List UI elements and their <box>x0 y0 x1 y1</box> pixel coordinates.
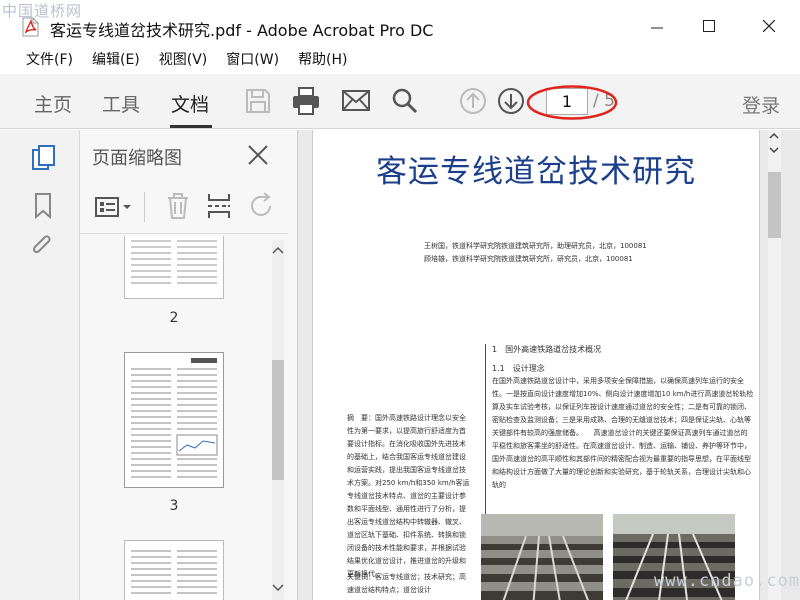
close-icon[interactable] <box>246 143 270 167</box>
section-heading: 1 国外高速铁路道岔技术概况 <box>492 345 602 354</box>
tab-document[interactable]: 文档 <box>171 90 209 117</box>
bookmark-icon[interactable] <box>33 192 53 220</box>
red-annotation-ellipse <box>526 85 618 120</box>
print-icon[interactable] <box>291 86 321 116</box>
thumbnail-list: 2 3 <box>80 236 270 600</box>
active-tab-indicator <box>170 125 212 128</box>
close-icon <box>763 20 775 32</box>
thumbnail-scrollbar[interactable] <box>268 240 288 600</box>
minimize-icon <box>651 27 663 29</box>
thumbnail-preview <box>131 358 218 478</box>
menu-file[interactable]: 文件(F) <box>26 49 73 69</box>
search-icon[interactable] <box>391 87 419 115</box>
document-view[interactable]: 客运专线道岔技术研究 王树国，铁道科学研究院铁道建筑研究所，助理研究员，北京，1… <box>298 130 800 600</box>
keywords: 关键词：客运专线道岔；技术研究；高速道岔结构特点；道岔设计 <box>347 573 466 594</box>
window-title: 客运专线道岔技术研究.pdf - Adobe Acrobat Pro DC <box>50 21 434 40</box>
document-title: 客运专线道岔技术研究 <box>376 154 696 190</box>
page-thumbnails-icon[interactable] <box>30 144 58 174</box>
turnout-photo <box>481 514 603 600</box>
delete-icon[interactable] <box>166 192 190 220</box>
extract-pages-icon[interactable] <box>206 192 232 220</box>
menu-edit[interactable]: 编辑(E) <box>92 49 140 69</box>
thumbnail-toolbar <box>80 178 288 234</box>
save-icon[interactable] <box>245 88 271 114</box>
thumbnail-page-label: 2 <box>169 310 179 326</box>
pdf-page: 客运专线道岔技术研究 王树国，铁道科学研究院铁道建筑研究所，助理研究员，北京，1… <box>312 130 760 600</box>
left-navigation-rail <box>0 130 80 600</box>
toolbar-divider <box>144 192 145 222</box>
pdf-file-icon <box>22 17 39 37</box>
site-url-watermark: www.cndao.com <box>654 571 800 591</box>
menu-window[interactable]: 窗口(W) <box>226 49 279 69</box>
author-line: 王树国，铁道科学研究院铁道建筑研究所，助理研究员，北京，100081 <box>424 242 647 250</box>
title-bar: 中国道桥网 客运专线道岔技术研究.pdf - Adobe Acrobat Pro… <box>0 0 800 44</box>
close-window-button[interactable] <box>746 10 792 42</box>
menu-bar: 文件(F) 编辑(E) 视图(V) 窗口(W) 帮助(H) <box>0 44 800 74</box>
menu-view[interactable]: 视图(V) <box>159 49 208 69</box>
thumbnail-preview <box>131 240 217 284</box>
thumbnail-preview <box>131 550 217 594</box>
thumbnail-page-2[interactable] <box>124 236 224 299</box>
document-scrollbar[interactable] <box>764 130 784 600</box>
author-line: 顾培雄，铁道科学研究院铁道建筑研究所，研究员，北京，100081 <box>424 255 633 263</box>
thumbnail-options-icon[interactable] <box>94 196 134 218</box>
page-down-icon[interactable] <box>497 87 525 115</box>
page-up-icon[interactable] <box>459 87 487 115</box>
email-icon[interactable] <box>341 88 371 114</box>
thumbnail-panel: 页面缩略图 2 3 <box>80 130 298 600</box>
minimize-button[interactable] <box>634 10 680 42</box>
maximize-icon <box>703 20 715 32</box>
subsection-heading: 1.1 设计理念 <box>492 364 545 373</box>
maximize-button[interactable] <box>686 10 732 42</box>
menu-help[interactable]: 帮助(H) <box>298 49 347 69</box>
attachment-icon[interactable] <box>30 232 56 260</box>
toolbar: 主页 工具 文档 1 / 5 登录 <box>0 74 800 129</box>
thumbnail-panel-title: 页面缩略图 <box>92 148 182 169</box>
thumbnail-page-4[interactable] <box>124 540 224 600</box>
thumbnail-page-3[interactable] <box>124 352 224 488</box>
abstract-paragraph: 摘 要：国外高速铁路设计理念以安全性为第一要求，以提高旅行舒适度为首要设计指标。… <box>347 414 470 578</box>
login-button[interactable]: 登录 <box>742 91 780 118</box>
tab-tools[interactable]: 工具 <box>102 90 140 117</box>
thumbnail-page-label: 3 <box>169 498 179 514</box>
rotate-icon[interactable] <box>248 192 276 220</box>
tab-home[interactable]: 主页 <box>34 90 72 117</box>
body-paragraph: 在国外高速铁路道岔设计中，采用多项安全保障措施，以确保高速列车运行的安全性。一是… <box>492 377 754 489</box>
